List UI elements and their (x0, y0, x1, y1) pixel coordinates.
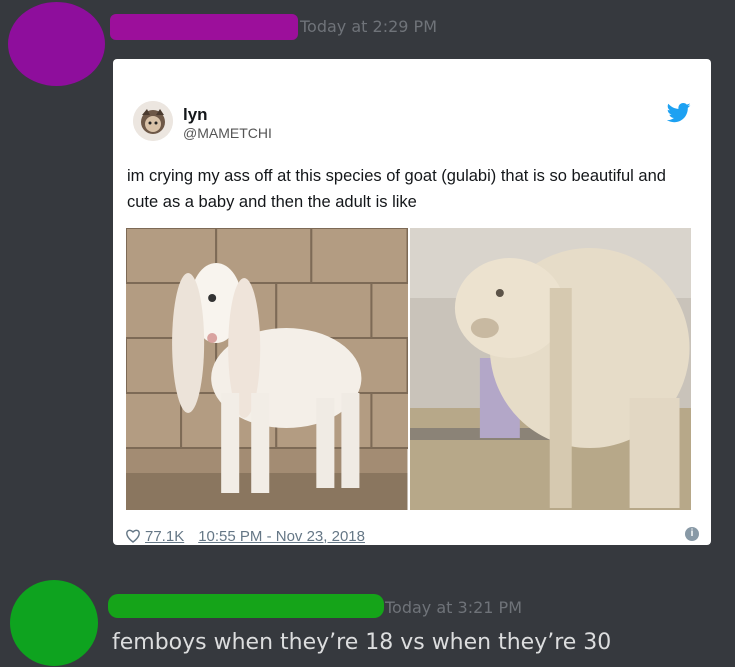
username-redacted[interactable] (108, 594, 384, 618)
heart-icon[interactable] (125, 528, 141, 544)
tweet-author-name[interactable]: lyn (183, 105, 208, 125)
tweet-date-link[interactable]: 10:55 PM - Nov 23, 2018 (198, 528, 365, 545)
tweet-footer: 77.1K 10:55 PM - Nov 23, 2018 i (125, 527, 699, 545)
tweet-avatar[interactable] (133, 101, 173, 141)
twitter-bird-icon[interactable] (667, 103, 691, 123)
message-timestamp: Today at 2:29 PM (300, 17, 437, 36)
tweet-media[interactable] (126, 228, 691, 510)
baby-goat-photo[interactable] (126, 228, 408, 510)
tweet-author-handle[interactable]: @MAMETCHI (183, 125, 272, 141)
adult-goat-photo[interactable] (409, 228, 691, 510)
username-redacted[interactable] (110, 14, 298, 40)
like-count[interactable]: 77.1K (145, 528, 184, 545)
tweet-body: im crying my ass off at this species of … (127, 167, 666, 211)
message-content: femboys when they’re 18 vs when they’re … (112, 630, 612, 655)
avatar[interactable] (10, 580, 98, 666)
avatar[interactable] (8, 2, 105, 86)
tweet-embed: lyn @MAMETCHI im crying my ass off at th… (113, 59, 711, 545)
message-timestamp: Today at 3:21 PM (385, 598, 522, 617)
info-icon[interactable]: i (685, 527, 699, 541)
